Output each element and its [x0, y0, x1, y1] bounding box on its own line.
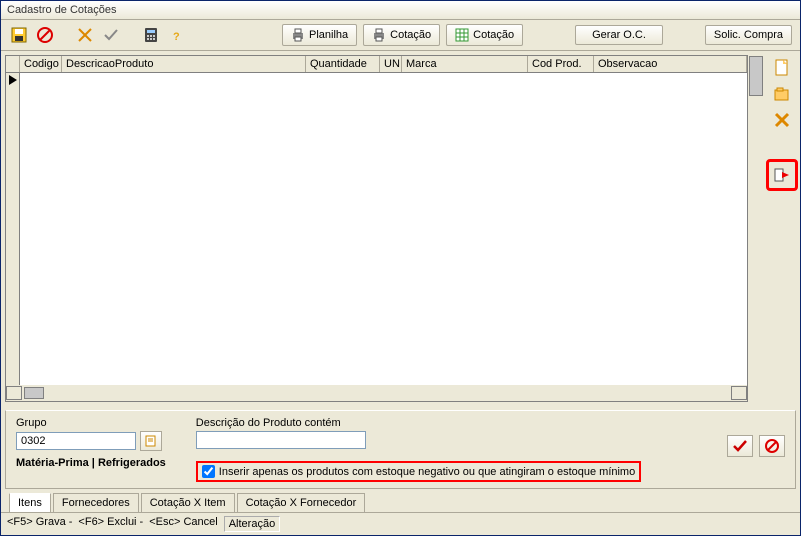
statusbar: <F5> Grava - <F6> Exclui - <Esc> Cancel … — [1, 512, 800, 535]
current-row-indicator — [6, 73, 20, 385]
cancel-icon — [764, 438, 780, 454]
tab-fornecedores[interactable]: Fornecedores — [53, 493, 139, 512]
col-desc-header[interactable]: DescricaoProduto — [62, 56, 306, 72]
planilha-button[interactable]: Planilha — [282, 24, 357, 46]
main-toolbar: ? Planilha Cotação Cotação Gerar O.C. So… — [1, 20, 800, 51]
row-indicator-header — [6, 56, 20, 72]
app-window: Cadastro de Cotações ? Planilha Cota — [0, 0, 801, 536]
grupo-desc: Matéria-Prima | Refrigerados — [16, 457, 166, 469]
tab-cotacao-fornecedor[interactable]: Cotação X Fornecedor — [237, 493, 366, 512]
desc-input[interactable] — [196, 431, 366, 449]
filter-panel: Grupo Matéria-Prima | Refrigerados Descr… — [5, 410, 796, 489]
planilha-label: Planilha — [309, 29, 348, 41]
grid-header: Codigo DescricaoProduto Quantidade UN Ma… — [6, 56, 747, 73]
filter-actions — [727, 435, 785, 457]
col-marca-header[interactable]: Marca — [402, 56, 528, 72]
grid: Codigo DescricaoProduto Quantidade UN Ma… — [5, 55, 748, 402]
spreadsheet-icon — [455, 28, 469, 42]
estoque-negativo-label: Inserir apenas os produtos com estoque n… — [219, 466, 635, 478]
solic-compra-button[interactable]: Solic. Compra — [705, 25, 792, 45]
scroll-left-icon[interactable] — [6, 386, 22, 400]
printer-icon — [372, 28, 386, 42]
grid-body[interactable] — [6, 73, 747, 385]
gerar-oc-button[interactable]: Gerar O.C. — [575, 25, 663, 45]
vscroll-thumb[interactable] — [749, 56, 763, 96]
cotacao2-button[interactable]: Cotação — [446, 24, 523, 46]
tabs-row: Itens Fornecedores Cotação X Item Cotaçã… — [1, 493, 800, 512]
horizontal-scrollbar[interactable] — [6, 385, 747, 401]
check-icon[interactable] — [101, 25, 121, 45]
open-doc-icon[interactable] — [771, 83, 793, 105]
cancel-filter-button[interactable] — [759, 435, 785, 457]
svg-text:?: ? — [173, 31, 180, 43]
calculator-icon[interactable] — [141, 25, 161, 45]
status-grava: <F5> Grava - — [7, 516, 72, 532]
export-icon[interactable] — [771, 164, 793, 186]
scroll-right-icon[interactable] — [731, 386, 747, 400]
grupo-input[interactable] — [16, 432, 136, 450]
content-area: Codigo DescricaoProduto Quantidade UN Ma… — [1, 51, 800, 406]
cotacao1-label: Cotação — [390, 29, 431, 41]
grupo-lookup-button[interactable] — [140, 431, 162, 451]
estoque-negativo-checkbox[interactable] — [202, 465, 215, 478]
estoque-negativo-checkbox-row: Inserir apenas os produtos com estoque n… — [196, 461, 641, 482]
desc-label: Descrição do Produto contém — [196, 417, 641, 429]
confirm-filter-button[interactable] — [727, 435, 753, 457]
grupo-label: Grupo — [16, 417, 166, 429]
window-title: Cadastro de Cotações — [7, 4, 116, 16]
tab-itens[interactable]: Itens — [9, 493, 51, 512]
grupo-block: Grupo Matéria-Prima | Refrigerados — [16, 417, 166, 469]
col-qtd-header[interactable]: Quantidade — [306, 56, 380, 72]
check-icon — [732, 439, 748, 453]
status-exclui: <F6> Exclui - — [78, 516, 143, 532]
cotacao2-label: Cotação — [473, 29, 514, 41]
col-codigo-header[interactable]: Codigo — [20, 56, 62, 72]
delete-icon[interactable] — [75, 25, 95, 45]
help-icon[interactable]: ? — [167, 25, 187, 45]
new-doc-icon[interactable] — [771, 57, 793, 79]
left-panel: Codigo DescricaoProduto Quantidade UN Ma… — [5, 55, 764, 402]
col-obs-header[interactable]: Observacao — [594, 56, 747, 72]
vertical-scrollbar[interactable] — [748, 55, 764, 402]
status-mode: Alteração — [224, 516, 280, 532]
status-cancel: <Esc> Cancel — [149, 516, 217, 532]
gerar-oc-label: Gerar O.C. — [592, 29, 646, 41]
cancel-icon[interactable] — [35, 25, 55, 45]
tab-cotacao-item[interactable]: Cotação X Item — [141, 493, 235, 512]
search-icon — [144, 434, 158, 448]
hscroll-thumb[interactable] — [24, 387, 44, 399]
cotacao1-button[interactable]: Cotação — [363, 24, 440, 46]
titlebar: Cadastro de Cotações — [1, 1, 800, 20]
highlighted-export-button — [766, 159, 798, 191]
col-un-header[interactable]: UN — [380, 56, 402, 72]
save-icon[interactable] — [9, 25, 29, 45]
printer-icon — [291, 28, 305, 42]
side-toolbar — [768, 55, 796, 402]
desc-block: Descrição do Produto contém Inserir apen… — [196, 417, 641, 482]
col-codprod-header[interactable]: Cod Prod. — [528, 56, 594, 72]
solic-compra-label: Solic. Compra — [714, 29, 783, 41]
remove-icon[interactable] — [771, 109, 793, 131]
